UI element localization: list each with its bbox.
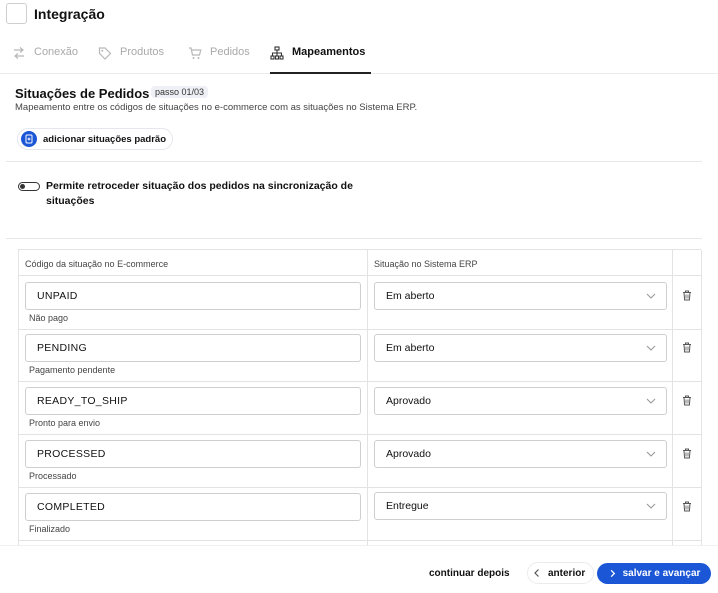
trash-icon[interactable] <box>682 501 692 512</box>
situation-code-input[interactable]: PENDING <box>25 334 361 362</box>
mapping-table: Código da situação no E-commerce Situaçã… <box>18 249 702 550</box>
situation-code-input[interactable]: UNPAID <box>25 282 361 310</box>
situation-description: Finalizado <box>29 524 71 534</box>
erp-situation-select[interactable]: Aprovado <box>374 440 667 468</box>
toggle-knob <box>20 183 25 189</box>
column-divider <box>367 250 368 550</box>
cart-icon <box>188 46 202 60</box>
add-default-situations-button[interactable]: adicionar situações padrão <box>17 128 174 150</box>
header-ecommerce-code: Código da situação no E-commerce <box>25 259 169 269</box>
trash-icon[interactable] <box>682 395 692 406</box>
arrows-exchange-icon <box>12 46 26 60</box>
chevron-down-icon <box>646 293 656 299</box>
column-divider <box>672 250 673 550</box>
tab-produtos[interactable]: Produtos <box>98 46 164 74</box>
step-badge: passo 01/03 <box>151 86 209 98</box>
tag-icon <box>98 46 112 60</box>
erp-situation-select[interactable]: Entregue <box>374 492 667 520</box>
hierarchy-icon <box>270 46 284 60</box>
trash-icon[interactable] <box>682 290 692 301</box>
add-button-label: adicionar situações padrão <box>43 133 167 145</box>
tab-label: Mapeamentos <box>292 46 366 58</box>
tab-label: Conexão <box>34 46 79 58</box>
allow-rollback-toggle[interactable] <box>18 182 40 191</box>
tab-mapeamentos[interactable]: Mapeamentos <box>270 46 371 74</box>
situation-description: Pagamento pendente <box>29 365 116 375</box>
row-divider <box>19 540 702 541</box>
app-logo-placeholder <box>6 3 27 24</box>
situation-description: Pronto para envio <box>29 418 101 428</box>
row-divider <box>19 381 702 382</box>
chevron-down-icon <box>646 451 656 457</box>
footer-bar: continuar depois anterior salvar e avanç… <box>0 545 718 593</box>
erp-situation-select[interactable]: Em aberto <box>374 282 667 310</box>
column-divider <box>701 250 702 550</box>
previous-button[interactable]: anterior <box>527 562 595 584</box>
row-divider <box>19 329 702 330</box>
divider <box>6 161 702 162</box>
section-subtitle: Mapeamento entre os códigos de situações… <box>15 102 418 113</box>
row-divider <box>19 434 702 435</box>
tab-bar: Conexão Produtos Pedidos Mapeamentos <box>0 40 718 74</box>
row-divider <box>19 487 702 488</box>
save-and-next-button[interactable]: salvar e avançar <box>597 563 711 584</box>
chevron-down-icon <box>646 345 656 351</box>
add-document-icon <box>21 131 37 147</box>
select-value: Entregue <box>386 500 429 512</box>
situation-code-input[interactable]: COMPLETED <box>25 493 361 521</box>
chevron-down-icon <box>646 503 656 509</box>
chevron-left-icon <box>534 569 539 577</box>
trash-icon[interactable] <box>682 448 692 459</box>
section-title: Situações de Pedidos <box>15 86 150 101</box>
tab-pedidos[interactable]: Pedidos <box>188 46 250 74</box>
page-title: Integração <box>34 6 105 22</box>
previous-label: anterior <box>548 567 586 579</box>
situation-description: Não pago <box>29 313 69 323</box>
situation-description: Processado <box>29 471 77 481</box>
select-value: Em aberto <box>386 342 435 354</box>
save-and-next-label: salvar e avançar <box>622 568 701 579</box>
header-erp-situation: Situação no Sistema ERP <box>374 259 478 269</box>
tab-label: Pedidos <box>210 46 250 58</box>
erp-situation-select[interactable]: Em aberto <box>374 334 667 362</box>
continue-later-button[interactable]: continuar depois <box>429 568 510 579</box>
row-divider <box>19 275 702 276</box>
tab-conexao[interactable]: Conexão <box>12 46 78 74</box>
select-value: Em aberto <box>386 290 435 302</box>
select-value: Aprovado <box>386 448 431 460</box>
tab-label: Produtos <box>120 46 165 58</box>
erp-situation-select[interactable]: Aprovado <box>374 387 667 415</box>
select-value: Aprovado <box>386 395 431 407</box>
chevron-down-icon <box>646 398 656 404</box>
situation-code-input[interactable]: READY_TO_SHIP <box>25 387 361 415</box>
situation-code-input[interactable]: PROCESSED <box>25 440 361 468</box>
divider <box>6 238 702 239</box>
trash-icon[interactable] <box>682 342 692 353</box>
chevron-right-icon <box>610 569 615 578</box>
allow-rollback-label: Permite retroceder situação dos pedidos … <box>46 180 353 207</box>
page-header: Integração <box>0 0 718 30</box>
